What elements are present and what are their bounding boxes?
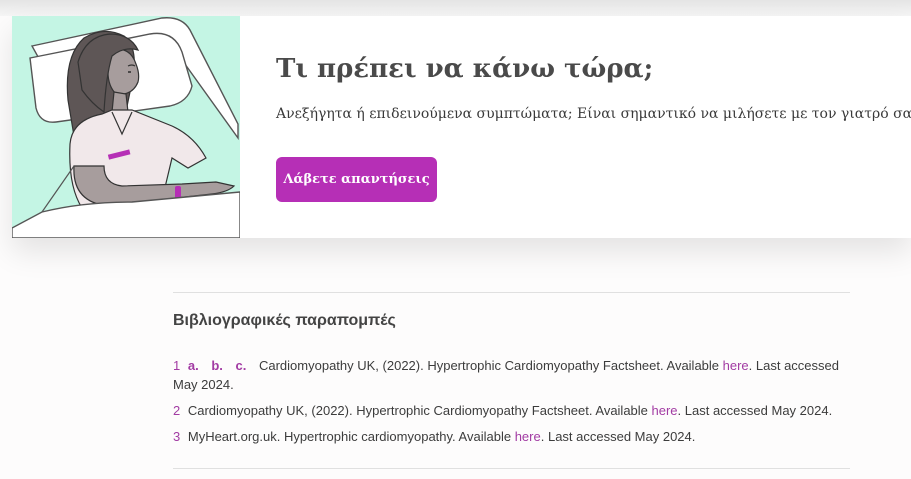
backlink-a[interactable]: a. [188, 358, 199, 373]
top-shadow [0, 0, 911, 16]
reference-item-1: 1 a. b. c. Cardiomyopathy UK, (2022). Hy… [173, 356, 850, 394]
reference-link[interactable]: here [652, 403, 678, 418]
reference-item-3: 3 MyHeart.org.uk. Hypertrophic cardiomyo… [173, 427, 850, 446]
patient-illustration-icon [12, 17, 240, 238]
reference-item-2: 2 Cardiomyopathy UK, (2022). Hypertrophi… [173, 401, 850, 420]
reference-link[interactable]: here [515, 429, 541, 444]
get-answers-button[interactable]: Λάβετε απαντήσεις [276, 157, 437, 202]
reference-number: 3 [173, 429, 181, 444]
reference-number: 1 [173, 358, 181, 373]
reference-text-after: . Last accessed May 2024. [540, 429, 696, 444]
patient-in-bed-illustration [12, 16, 240, 238]
backlink-c[interactable]: c. [236, 358, 247, 373]
bottom-divider [173, 468, 850, 469]
reference-number: 2 [173, 403, 181, 418]
references-section: Βιβλιογραφικές παραπομπές 1 a. b. c. Car… [173, 292, 850, 453]
reference-text: Cardiomyopathy UK, (2022). Hypertrophic … [258, 358, 723, 373]
references-title: Βιβλιογραφικές παραπομπές [173, 312, 396, 329]
cta-title: Τι πρέπει να κάνω τώρα; [276, 54, 654, 84]
reference-text: Cardiomyopathy UK, (2022). Hypertrophic … [187, 403, 652, 418]
backlink-b[interactable]: b. [211, 358, 223, 373]
reference-text: MyHeart.org.uk. Hypertrophic cardiomyopa… [187, 429, 515, 444]
cta-description: Ανεξήγητα ή επιδεινούμενα συμπτώματα; Εί… [276, 106, 911, 122]
cta-card: Τι πρέπει να κάνω τώρα; Ανεξήγητα ή επιδ… [12, 16, 911, 238]
reference-link[interactable]: here [723, 358, 749, 373]
references-list: 1 a. b. c. Cardiomyopathy UK, (2022). Hy… [173, 356, 850, 446]
reference-text-after: . Last accessed May 2024. [677, 403, 833, 418]
